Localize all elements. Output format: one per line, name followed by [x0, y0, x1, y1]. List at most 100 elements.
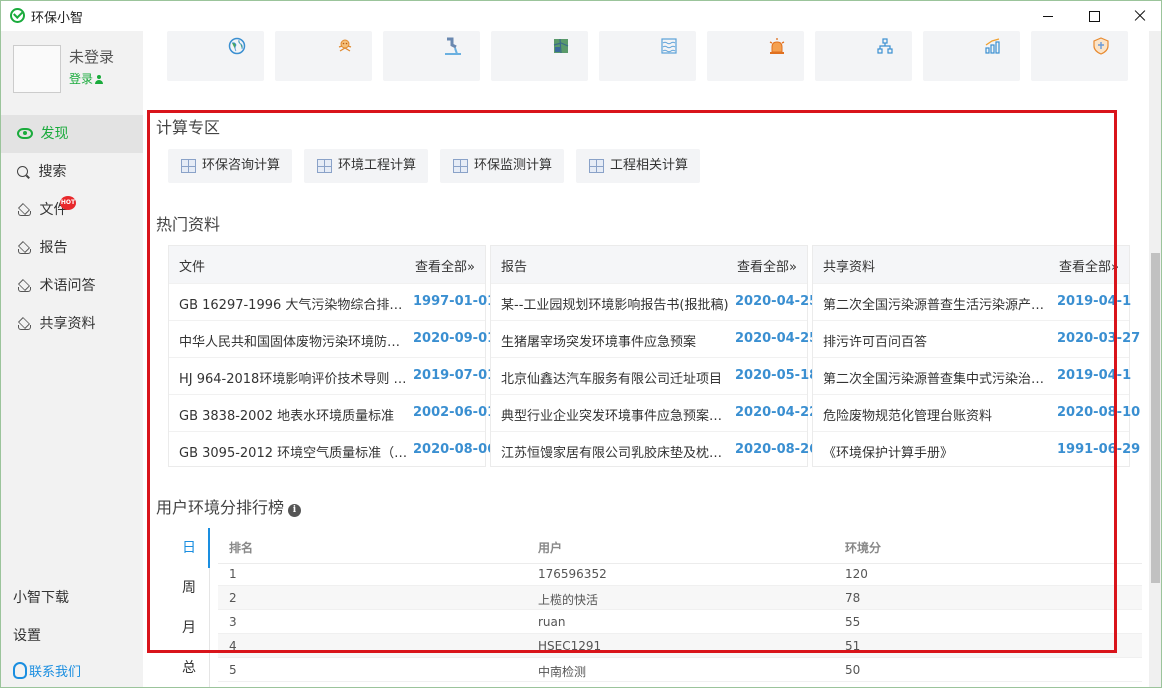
- score-cell: 55: [845, 615, 861, 629]
- view-all-link[interactable]: 查看全部»: [1059, 256, 1119, 275]
- card-header-label: 文件: [179, 260, 206, 275]
- view-all-link[interactable]: 查看全部»: [415, 256, 475, 275]
- list-item[interactable]: 北京仙鑫达汽车服务有限公司迁址项目 2020-05-18: [491, 357, 818, 394]
- sidebar-item-terms-qa[interactable]: 术语问答: [1, 267, 143, 305]
- calc-button-monitoring[interactable]: 环保监测计算: [440, 149, 564, 183]
- resource-title: 排污许可百问百答: [823, 335, 928, 350]
- user-name: 未登录: [69, 48, 115, 66]
- list-item[interactable]: HJ 964-2018环境影响评价技术导则 土壤环境2019-07-01: [169, 357, 496, 394]
- list-item[interactable]: 江苏恒馒家居有限公司乳胶床垫及枕头项目 2020-08-26: [491, 431, 818, 468]
- minimize-button[interactable]: [1025, 1, 1071, 31]
- calc-button-engineering[interactable]: 环境工程计算: [304, 149, 428, 183]
- resource-date: 2020-08-10: [1057, 405, 1141, 420]
- list-item[interactable]: 某--工业园规划环境影响报告书(报批稿) 2020-04-25: [491, 283, 818, 320]
- info-icon[interactable]: i: [288, 504, 302, 517]
- user-cell: 中南检测: [538, 665, 587, 679]
- list-item[interactable]: GB 16297-1996 大气污染物综合排放标准 1997-01-01: [169, 283, 496, 320]
- view-all-label: 查看全部: [415, 260, 468, 275]
- resource-card-files: 文件 查看全部» GB 16297-1996 大气污染物综合排放标准 1997-0…: [168, 245, 496, 468]
- sidebar-item-files[interactable]: 文件 HOT: [1, 191, 143, 229]
- settings-link[interactable]: 设置: [13, 625, 41, 645]
- list-item[interactable]: GB 3095-2012 环境空气质量标准（含修改单）2020-08-06: [169, 431, 496, 468]
- maximize-button[interactable]: [1071, 1, 1117, 31]
- feature-tile[interactable]: [383, 31, 480, 81]
- close-button[interactable]: [1117, 1, 1161, 31]
- resource-title: 危险废物规范化管理台账资料: [823, 409, 993, 424]
- double-chevron-right-icon: »: [467, 260, 475, 275]
- resource-date: 2020-08-06: [413, 442, 497, 457]
- download-link[interactable]: 小智下载: [13, 587, 69, 607]
- list-item[interactable]: 生猪屠宰场突发环境事件应急预案 2020-04-25: [491, 320, 818, 357]
- tab-day[interactable]: 日: [167, 528, 211, 568]
- feature-tile[interactable]: [707, 31, 804, 81]
- sidebar-item-label: 共享资料: [39, 316, 96, 332]
- feature-tile[interactable]: [275, 31, 372, 81]
- resource-card-shared: 共享资料 查看全部» 第二次全国污染源普查生活污染源产排污系数2019-04-1…: [812, 245, 1140, 468]
- feature-tile[interactable]: [923, 31, 1020, 81]
- globe-icon: [228, 37, 246, 55]
- scrollbar-thumb[interactable]: [1151, 253, 1160, 583]
- app-logo-icon: [10, 8, 25, 23]
- layers-icon: [17, 279, 31, 292]
- map-icon: [553, 38, 569, 54]
- table-row: 3 ruan 55: [218, 610, 1142, 634]
- calculator-icon: [453, 159, 468, 173]
- resource-date: 2019-07-01: [413, 368, 497, 383]
- sidebar-item-reports[interactable]: 报告: [1, 229, 143, 267]
- table-row: 4 HSEC1291 51: [218, 634, 1142, 658]
- layers-icon: [17, 241, 31, 254]
- list-item[interactable]: 《环境保护计算手册》 1991-06-29: [813, 431, 1140, 468]
- resource-date: 2019-04-1: [1057, 294, 1132, 309]
- calc-button-project[interactable]: 工程相关计算: [576, 149, 700, 183]
- feature-tile[interactable]: [1031, 31, 1128, 81]
- resource-date: 2020-04-22: [735, 405, 819, 420]
- list-item[interactable]: 第二次全国污染源普查集中式污染治理设施 2019-04-1: [813, 357, 1131, 394]
- user-cell: HSEC1291: [538, 639, 602, 653]
- calc-button-label: 工程相关计算: [610, 158, 689, 173]
- list-item[interactable]: 典型行业企业突发环境事件应急预案编制指南2020-04-22: [491, 394, 818, 431]
- view-all-link[interactable]: 查看全部»: [737, 256, 797, 275]
- resource-date: 2002-06-01: [413, 405, 497, 420]
- list-item[interactable]: 第二次全国污染源普查生活污染源产排污系数2019-04-1: [813, 283, 1132, 320]
- sidebar-item-label: 搜索: [38, 164, 67, 180]
- list-item[interactable]: GB 3838-2002 地表水环境质量标准 2002-06-01: [169, 394, 496, 431]
- tab-total[interactable]: 总: [167, 648, 211, 687]
- feature-tile[interactable]: [815, 31, 912, 81]
- list-item[interactable]: 危险废物规范化管理台账资料 2020-08-10: [813, 394, 1140, 431]
- tab-week[interactable]: 周: [167, 568, 211, 608]
- feature-tile[interactable]: [167, 31, 264, 81]
- growth-chart-icon: [985, 38, 1000, 54]
- login-link[interactable]: 登录: [69, 70, 104, 87]
- window-title: 环保小智: [31, 11, 84, 26]
- vertical-scrollbar[interactable]: [1149, 31, 1161, 687]
- resource-title: 生猪屠宰场突发环境事件应急预案: [501, 335, 697, 350]
- feature-tile[interactable]: [491, 31, 588, 81]
- rank-cell: 1: [229, 567, 237, 581]
- header-user: 用户: [538, 541, 563, 555]
- score-cell: 50: [845, 663, 861, 677]
- rank-cell: 4: [229, 639, 237, 653]
- avatar[interactable]: [13, 45, 61, 93]
- feature-tile[interactable]: [599, 31, 696, 81]
- shield-icon: [1093, 37, 1109, 55]
- resource-date: 2020-04-25: [735, 331, 819, 346]
- water-waves-icon: [661, 38, 677, 54]
- list-item[interactable]: 排污许可百问百答 2020-03-27: [813, 320, 1140, 357]
- sidebar-item-discover[interactable]: 发现: [1, 115, 143, 153]
- sidebar-item-label: 发现: [40, 126, 69, 142]
- qq-icon: [13, 662, 27, 679]
- list-item[interactable]: 中华人民共和国固体废物污染环境防治法 2020-09-01: [169, 320, 496, 357]
- layers-icon: [17, 317, 31, 330]
- rank-cell: 3: [229, 615, 237, 629]
- header-rank: 排名: [229, 541, 254, 555]
- resource-date: 2020-08-26: [735, 442, 819, 457]
- calc-button-consult[interactable]: 环保咨询计算: [168, 149, 292, 183]
- sidebar-item-search[interactable]: 搜索: [1, 153, 143, 191]
- tab-month[interactable]: 月: [167, 608, 211, 648]
- calc-section-title: 计算专区: [156, 118, 221, 137]
- resource-date: 2020-04-25: [735, 294, 819, 309]
- eye-icon: [17, 128, 33, 139]
- header-score: 环境分: [845, 541, 882, 555]
- contact-us-link[interactable]: 联系我们: [13, 661, 81, 680]
- sidebar-item-shared[interactable]: 共享资料: [1, 305, 143, 343]
